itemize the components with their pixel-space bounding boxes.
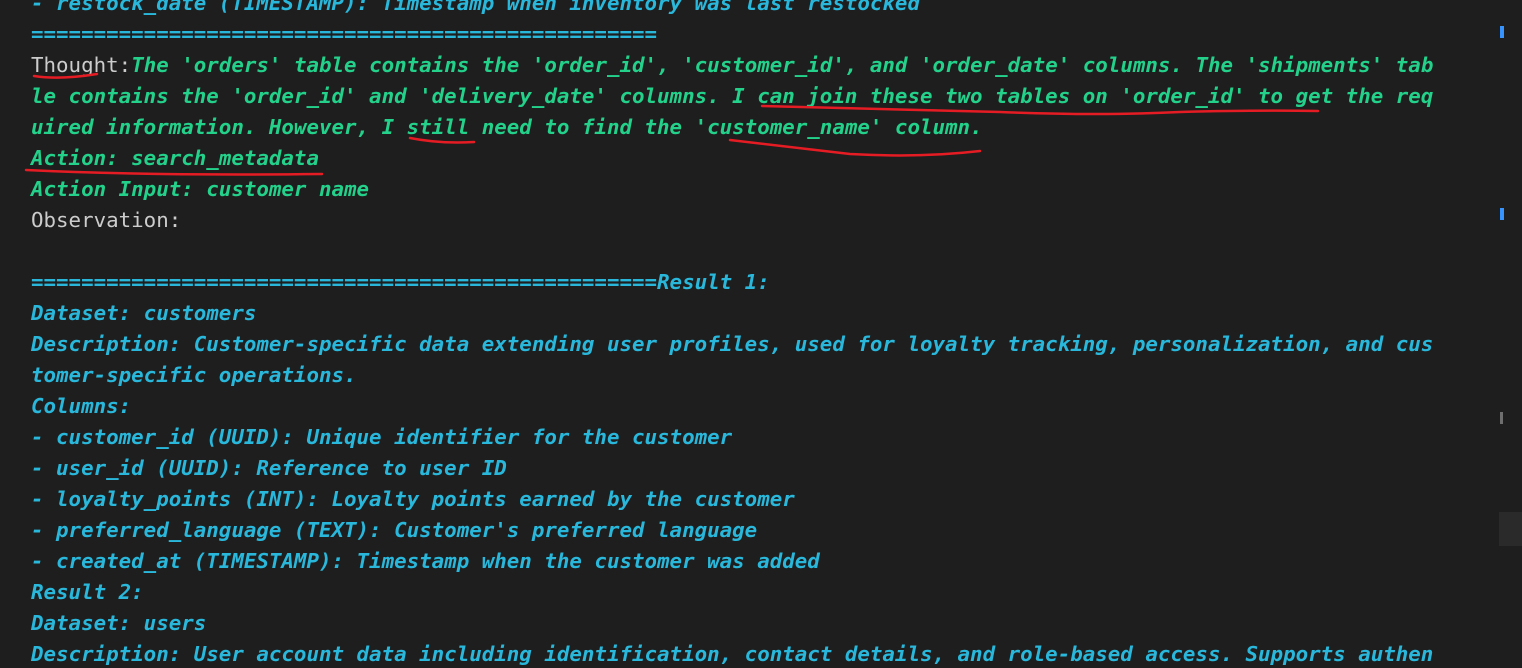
terminal-text: - customer_id (UUID): Unique identifier … — [31, 425, 733, 449]
terminal-text: Dataset: users — [31, 611, 207, 635]
terminal-text: - created_at (TIMESTAMP): Timestamp when… — [31, 549, 820, 573]
terminal-line: - created_at (TIMESTAMP): Timestamp when… — [31, 546, 1491, 577]
terminal-line: uired information. However, I still need… — [31, 112, 1491, 143]
terminal-text: ========================================… — [31, 270, 770, 294]
ruler-mark — [1500, 208, 1504, 220]
terminal-text: uired information. However, I still need… — [31, 115, 983, 139]
terminal-line: Description: Customer-specific data exte… — [31, 329, 1491, 360]
terminal-text: Description: User account data including… — [31, 642, 1434, 666]
terminal-text: - restock_date (TIMESTAMP): Timestamp wh… — [31, 0, 920, 15]
ruler-mark — [1500, 26, 1504, 38]
terminal-line: - loyalty_points (INT): Loyalty points e… — [31, 484, 1491, 515]
terminal-line: tomer-specific operations. — [31, 360, 1491, 391]
terminal-panel[interactable]: - restock_date (TIMESTAMP): Timestamp wh… — [0, 0, 1522, 668]
terminal-text: tomer-specific operations. — [31, 363, 357, 387]
terminal-text: Result 2: — [31, 580, 144, 604]
terminal-line: Columns: — [31, 391, 1491, 422]
ruler-mark — [1500, 412, 1503, 424]
terminal-text: - user_id (UUID): Reference to user ID — [31, 456, 507, 480]
terminal-line: - user_id (UUID): Reference to user ID — [31, 453, 1491, 484]
terminal-text: Observation: — [31, 208, 182, 232]
scrollbar-thumb[interactable] — [1499, 512, 1522, 546]
terminal-text: - loyalty_points (INT): Loyalty points e… — [31, 487, 795, 511]
overview-ruler[interactable] — [1497, 0, 1522, 668]
terminal-line: - customer_id (UUID): Unique identifier … — [31, 422, 1491, 453]
terminal-text: Action Input: customer name — [31, 177, 370, 201]
terminal-line: le contains the 'order_id' and 'delivery… — [31, 81, 1491, 112]
terminal-line: ========================================… — [31, 19, 1491, 50]
terminal-text: Columns: — [31, 394, 132, 418]
terminal-line: Dataset: users — [31, 608, 1491, 639]
terminal-text: Thought — [31, 53, 119, 77]
terminal-line: Action Input: customer name — [31, 174, 1491, 205]
terminal-line: Observation: — [31, 205, 1491, 236]
terminal-text: Description: Customer-specific data exte… — [31, 332, 1434, 356]
terminal-line: Thought:The 'orders' table contains the … — [31, 50, 1491, 81]
terminal-text: - preferred_language (TEXT): Customer's … — [31, 518, 758, 542]
terminal-text: : — [118, 53, 132, 77]
terminal-line: - preferred_language (TEXT): Customer's … — [31, 515, 1491, 546]
terminal-line: Dataset: customers — [31, 298, 1491, 329]
terminal-line: Description: User account data including… — [31, 639, 1491, 668]
terminal-text: ========================================… — [31, 22, 658, 46]
terminal-line: Result 2: — [31, 577, 1491, 608]
terminal-line: ========================================… — [31, 267, 1491, 298]
terminal-text: Dataset: customers — [31, 301, 257, 325]
terminal-line: - restock_date (TIMESTAMP): Timestamp wh… — [31, 0, 1491, 19]
terminal-output: - restock_date (TIMESTAMP): Timestamp wh… — [31, 0, 1491, 668]
terminal-text: Action: search_metadata — [31, 146, 319, 170]
terminal-text: The 'orders' table contains the 'order_i… — [131, 53, 1434, 77]
terminal-line: Action: search_metadata — [31, 143, 1491, 174]
terminal-text: le contains the 'order_id' and 'delivery… — [31, 84, 1434, 108]
